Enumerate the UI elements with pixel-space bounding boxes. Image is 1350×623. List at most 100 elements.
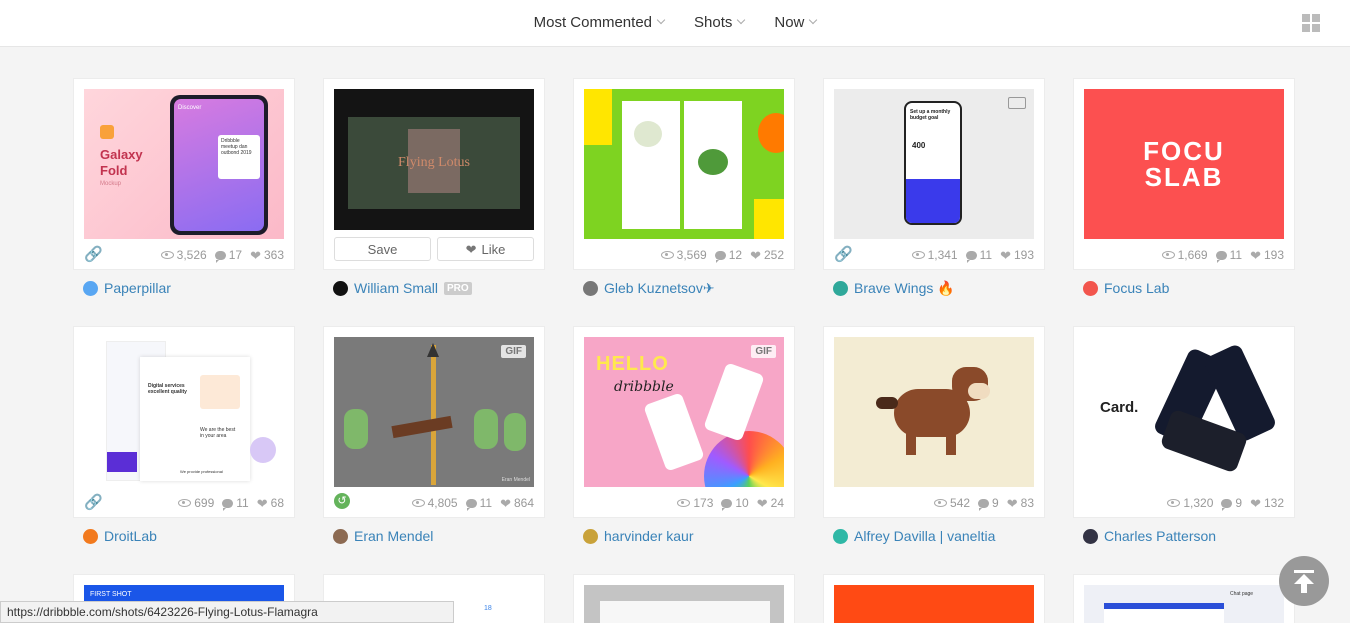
shot-author[interactable]: DroitLab: [83, 527, 157, 545]
shot-stats: 3,569 12 ❤ 252: [584, 247, 784, 263]
shot-author[interactable]: Gleb Kuznetsov✈: [583, 279, 715, 297]
likes-stat[interactable]: ❤ 193: [1250, 248, 1284, 262]
author-name[interactable]: Brave Wings 🔥: [854, 280, 955, 297]
shot-thumbnail[interactable]: FOCU SLAB: [1084, 89, 1284, 239]
filter-time-dropdown[interactable]: Now: [774, 14, 818, 31]
avatar: [333, 280, 348, 296]
back-to-top-button[interactable]: [1279, 556, 1329, 606]
comment-icon: [721, 498, 733, 511]
author-name[interactable]: Eran Mendel: [354, 528, 433, 544]
shot-thumbnail[interactable]: Flying Lotus: [334, 89, 534, 230]
views-stat: 173: [677, 496, 713, 510]
shot-card[interactable]: HELLO dribbble GIF 173 10 ❤ 24: [573, 326, 795, 518]
shot-card[interactable]: Card. 1,320 9 ❤ 132: [1073, 326, 1295, 518]
video-icon: [1008, 97, 1026, 109]
heart-icon: ❤: [256, 495, 268, 511]
author-name[interactable]: Focus Lab: [1104, 280, 1169, 296]
grid-view-icon[interactable]: [1302, 14, 1320, 32]
shot-card[interactable]: FOCU SLAB 1,669 11 ❤ 193: [1073, 78, 1295, 270]
comment-icon: [965, 250, 977, 263]
filter-type-label: Shots: [694, 13, 733, 31]
filter-sort-dropdown[interactable]: Most Commented: [534, 14, 666, 31]
phone-heading: Set up a monthly budget goal: [910, 109, 951, 121]
shot-card[interactable]: 542 9 ❤ 83: [823, 326, 1045, 518]
shot-card[interactable]: Eran Mendel GIF ↺ 4,805 11 ❤ 864: [323, 326, 545, 518]
author-name[interactable]: Charles Patterson: [1104, 528, 1216, 544]
shot-thumbnail[interactable]: [584, 89, 784, 239]
chevron-down-icon: [737, 15, 746, 25]
shot-thumbnail[interactable]: Eran Mendel GIF: [334, 337, 534, 487]
likes-stat[interactable]: ❤ 864: [500, 496, 534, 510]
shot-author[interactable]: Alfrey Davilla | vaneltia: [833, 527, 995, 545]
decorative-circle: [250, 437, 276, 463]
shot-author[interactable]: William Small PRO: [333, 279, 472, 297]
likes-stat[interactable]: ❤ 132: [1250, 496, 1284, 510]
shot-author[interactable]: Focus Lab: [1083, 279, 1169, 297]
roller-skate-image: [703, 362, 765, 442]
zombie-figure: [504, 413, 526, 451]
filter-group: Most Commented Shots Now: [0, 0, 1350, 44]
shot-thumbnail[interactable]: [834, 585, 1034, 623]
budget-amount: 400: [912, 141, 926, 150]
comment-icon: [1221, 498, 1233, 511]
views-stat: 4,805: [411, 496, 458, 510]
shot-author[interactable]: Charles Patterson: [1083, 527, 1216, 545]
likes-count: 68: [270, 496, 284, 510]
shot-card[interactable]: Set up a monthly budget goal 400 🔗 1,341…: [823, 78, 1045, 270]
shot-card[interactable]: [823, 574, 1045, 623]
comments-stat: 11: [222, 496, 249, 511]
views-stat: 1,669: [1161, 248, 1208, 262]
avatar: [583, 280, 598, 296]
likes-stat[interactable]: ❤ 252: [750, 248, 784, 262]
gif-badge: GIF: [751, 345, 776, 358]
comment-icon: [978, 498, 990, 511]
author-name[interactable]: harvinder kaur: [604, 528, 694, 544]
likes-count: 24: [770, 496, 784, 510]
comments-count: 11: [1229, 248, 1243, 262]
author-name[interactable]: DroitLab: [104, 528, 157, 544]
likes-stat[interactable]: ❤ 363: [250, 248, 284, 262]
author-name[interactable]: Gleb Kuznetsov✈: [604, 280, 715, 297]
phone-card-text: Dribbble meetup dan outbond 2019: [218, 135, 260, 179]
eye-icon: [934, 499, 948, 507]
author-name[interactable]: Paperpillar: [104, 280, 171, 296]
author-name[interactable]: William Small: [354, 280, 438, 296]
likes-stat[interactable]: ❤ 68: [257, 496, 284, 510]
likes-stat[interactable]: ❤ 193: [1000, 248, 1034, 262]
shot-card[interactable]: [573, 574, 795, 623]
shot-thumbnail[interactable]: Digital services excellent quality We ar…: [84, 337, 284, 487]
shot-thumbnail[interactable]: Set up a monthly budget goal 400: [834, 89, 1034, 239]
shot-title-text: Flying Lotus: [398, 155, 470, 170]
shot-card[interactable]: 3,569 12 ❤ 252: [573, 78, 795, 270]
shot-card[interactable]: Flying Lotus Save ❤ Like: [323, 78, 545, 270]
comments-count: 11: [236, 496, 249, 510]
filter-type-dropdown[interactable]: Shots: [694, 13, 746, 31]
comments-stat: 11: [965, 248, 992, 263]
likes-count: 193: [1013, 248, 1034, 262]
like-button[interactable]: ❤ Like: [437, 237, 534, 261]
shot-thumbnail[interactable]: HELLO dribbble GIF: [584, 337, 784, 487]
shot-thumbnail[interactable]: [834, 337, 1034, 487]
spear-tip-image: [427, 343, 439, 357]
save-label: Save: [367, 241, 398, 257]
save-button[interactable]: Save: [334, 237, 431, 261]
shot-author[interactable]: harvinder kaur: [583, 527, 694, 545]
shot-thumbnail[interactable]: Card.: [1084, 337, 1284, 487]
shot-thumbnail[interactable]: Chat page: [1084, 585, 1284, 623]
shot-card[interactable]: Digital services excellent quality We ar…: [73, 326, 295, 518]
shot-card[interactable]: Galaxy Fold Mockup Discover Dribbble mee…: [73, 78, 295, 270]
shot-thumbnail[interactable]: Galaxy Fold Mockup Discover Dribbble mee…: [84, 89, 284, 239]
shot-author[interactable]: Brave Wings 🔥: [833, 279, 955, 297]
shot-thumbnail[interactable]: [584, 585, 784, 623]
avatar: [333, 528, 348, 544]
shot-author[interactable]: Paperpillar: [83, 279, 171, 297]
shot-caption-text: FIRST SHOT: [90, 591, 132, 598]
horse-muzzle: [968, 383, 990, 399]
shot-author[interactable]: Eran Mendel: [333, 527, 433, 545]
author-name[interactable]: Alfrey Davilla | vaneltia: [854, 528, 995, 544]
likes-stat[interactable]: ❤ 83: [1007, 496, 1034, 510]
shot-card[interactable]: Chat page: [1073, 574, 1295, 623]
likes-stat[interactable]: ❤ 24: [757, 496, 784, 510]
comments-stat: 11: [1215, 248, 1243, 263]
status-url-tooltip: https://dribbble.com/shots/6423226-Flyin…: [0, 601, 454, 623]
